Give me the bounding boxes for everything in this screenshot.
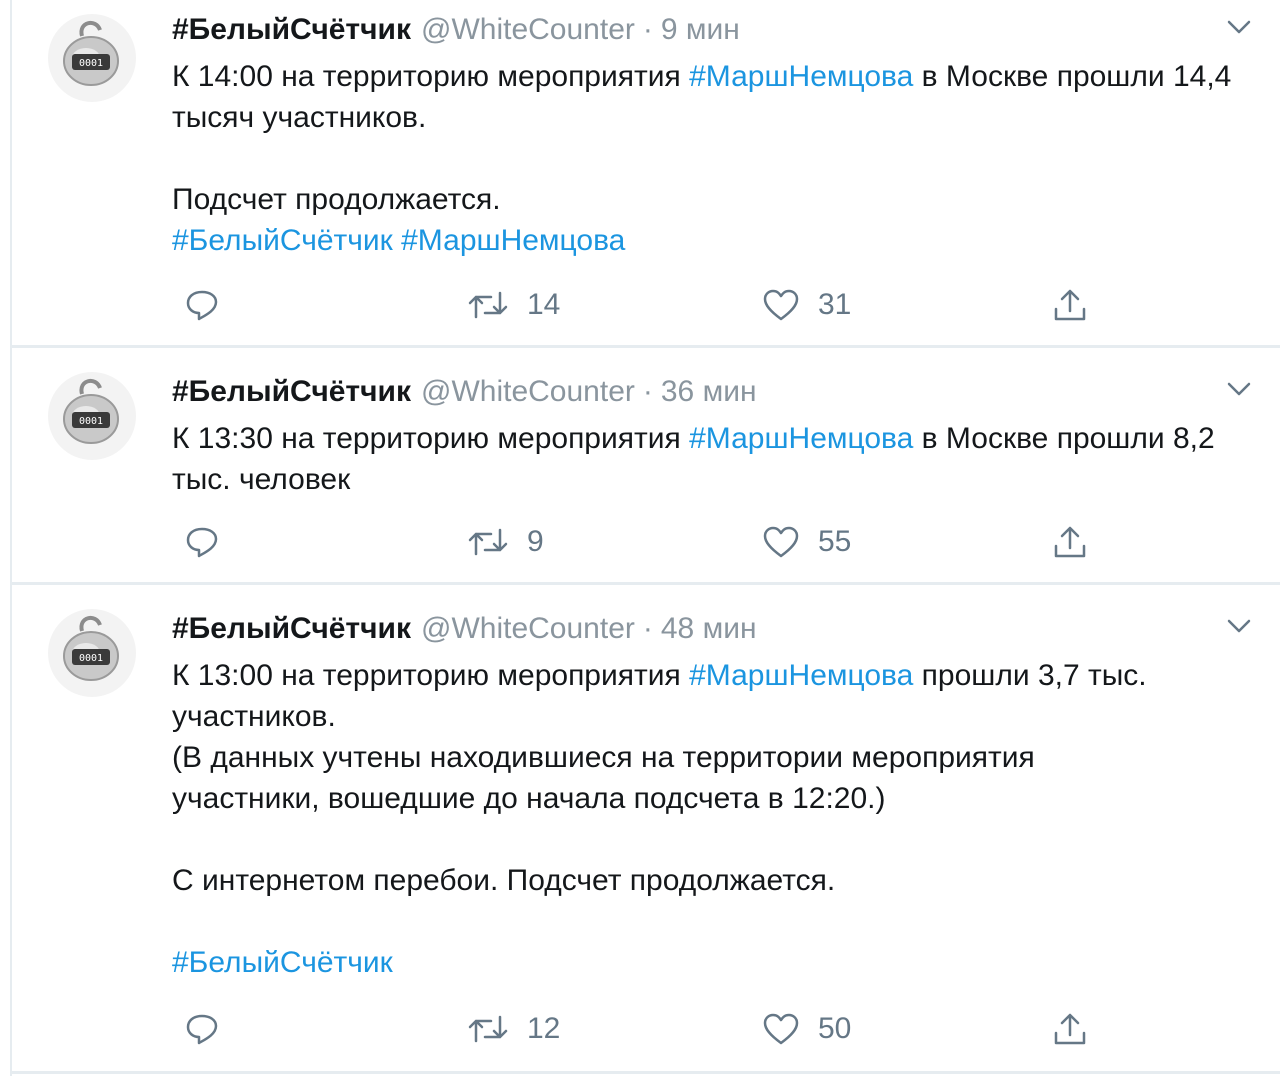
tweet-paragraph: (В данных учтены находившиеся на террито… (172, 741, 1035, 815)
chevron-down-icon (1227, 382, 1251, 396)
chevron-down-icon (1227, 619, 1251, 633)
text-span: К 13:00 на территорию мероприятия (172, 659, 690, 692)
like-button[interactable]: 55 (762, 522, 851, 562)
timestamp[interactable]: 9 мин (661, 13, 740, 47)
share-button[interactable] (1052, 285, 1088, 325)
display-name[interactable]: #БелыйСчётчик (172, 612, 411, 646)
avatar[interactable]: 0001 (48, 14, 136, 102)
heart-icon (763, 1013, 799, 1045)
svg-text:0001: 0001 (79, 416, 103, 427)
tweet-menu-button[interactable] (1224, 12, 1254, 42)
retweet-button[interactable]: 12 (467, 1009, 560, 1049)
reply-icon (186, 527, 218, 558)
retweet-count: 9 (527, 525, 544, 558)
tweet-actions: 12 50 (172, 1009, 1252, 1049)
avatar[interactable]: 0001 (48, 609, 136, 697)
tweet-text: К 14:00 на территорию мероприятия #МаршН… (172, 56, 1262, 261)
tweet-actions: 14 31 (172, 285, 1252, 325)
retweet-button[interactable]: 14 (467, 285, 560, 325)
text-span: К 13:30 на территорию мероприятия (172, 422, 690, 455)
reply-button[interactable] (184, 285, 220, 325)
timestamp[interactable]: 48 мин (661, 612, 757, 646)
share-icon (1054, 1013, 1086, 1045)
hashtag-link[interactable]: #МаршНемцова (689, 659, 913, 692)
share-icon (1054, 289, 1086, 321)
separator-dot: · (642, 13, 653, 46)
display-name[interactable]: #БелыйСчётчик (172, 375, 411, 409)
heart-icon (763, 526, 799, 558)
retweet-count: 12 (527, 1012, 561, 1045)
share-icon (1054, 526, 1086, 558)
tweet-header: #БелыйСчётчик @WhiteCounter · 9 мин (172, 10, 740, 50)
tweet-paragraph: К 13:00 на территорию мероприятия #МаршН… (172, 655, 1262, 737)
tweet[interactable]: 0001 #БелыйСчётчик @WhiteCounter · 36 ми… (12, 348, 1280, 582)
tweet-menu-button[interactable] (1224, 374, 1254, 404)
retweet-count: 14 (527, 288, 561, 321)
hashtag-link[interactable]: #БелыйСчётчик (172, 946, 393, 979)
tweet-actions: 9 55 (172, 522, 1252, 562)
retweet-icon (468, 1015, 508, 1043)
text-span: К 14:00 на территорию мероприятия (172, 60, 690, 93)
tweet-paragraph: К 14:00 на территорию мероприятия #МаршН… (172, 56, 1262, 138)
retweet-icon (468, 528, 508, 556)
user-handle[interactable]: @WhiteCounter (421, 375, 635, 409)
tweet-text: К 13:30 на территорию мероприятия #МаршН… (172, 418, 1262, 500)
tweet-paragraph: Подсчет продолжается. (172, 183, 501, 216)
avatar[interactable]: 0001 (48, 372, 136, 460)
timestamp[interactable]: 36 мин (661, 375, 757, 409)
tweet[interactable]: 0001 #БелыйСчётчик @WhiteCounter · 48 ми… (12, 585, 1280, 1071)
user-handle[interactable]: @WhiteCounter (421, 612, 635, 646)
reply-button[interactable] (184, 522, 220, 562)
retweet-button[interactable]: 9 (467, 522, 544, 562)
display-name[interactable]: #БелыйСчётчик (172, 13, 411, 47)
chevron-down-icon (1227, 20, 1251, 34)
tweet-separator (12, 1071, 1280, 1074)
svg-text:0001: 0001 (79, 58, 103, 69)
reply-icon (186, 1014, 218, 1045)
tweet-text: К 13:00 на территорию мероприятия #МаршН… (172, 655, 1262, 983)
tally-counter-icon: 0001 (63, 615, 119, 681)
tweet-paragraph: #БелыйСчётчик (172, 942, 1262, 983)
tweet-paragraph: С интернетом перебои. Подсчет продолжает… (172, 864, 836, 897)
user-handle[interactable]: @WhiteCounter (421, 13, 635, 47)
like-button[interactable]: 31 (762, 285, 851, 325)
like-button[interactable]: 50 (762, 1009, 851, 1049)
tweet-paragraph: К 13:30 на территорию мероприятия #МаршН… (172, 418, 1262, 500)
retweet-icon (468, 291, 508, 319)
separator-dot: · (642, 375, 653, 408)
tweet-paragraph: #БелыйСчётчик #МаршНемцова (172, 220, 1262, 261)
hashtag-link[interactable]: #БелыйСчётчик (172, 224, 393, 257)
like-count: 55 (818, 525, 852, 558)
hashtag-link[interactable]: #МаршНемцова (401, 224, 625, 257)
like-count: 31 (818, 288, 852, 321)
tally-counter-icon: 0001 (63, 20, 119, 86)
reply-icon (186, 290, 218, 321)
like-count: 50 (818, 1012, 852, 1045)
reply-button[interactable] (184, 1009, 220, 1049)
tweet[interactable]: 0001 #БелыйСчётчик @WhiteCounter · 9 мин… (12, 0, 1280, 345)
svg-text:0001: 0001 (79, 653, 103, 664)
share-button[interactable] (1052, 1009, 1088, 1049)
separator-dot: · (642, 612, 653, 645)
heart-icon (763, 289, 799, 321)
hashtag-link[interactable]: #МаршНемцова (689, 60, 913, 93)
tweet-header: #БелыйСчётчик @WhiteCounter · 36 мин (172, 372, 757, 412)
timeline: 0001 #БелыйСчётчик @WhiteCounter · 9 мин… (0, 0, 1280, 1076)
hashtag-link[interactable]: #МаршНемцова (689, 422, 913, 455)
share-button[interactable] (1052, 522, 1088, 562)
tally-counter-icon: 0001 (63, 378, 119, 444)
tweet-header: #БелыйСчётчик @WhiteCounter · 48 мин (172, 609, 757, 649)
tweet-menu-button[interactable] (1224, 611, 1254, 641)
